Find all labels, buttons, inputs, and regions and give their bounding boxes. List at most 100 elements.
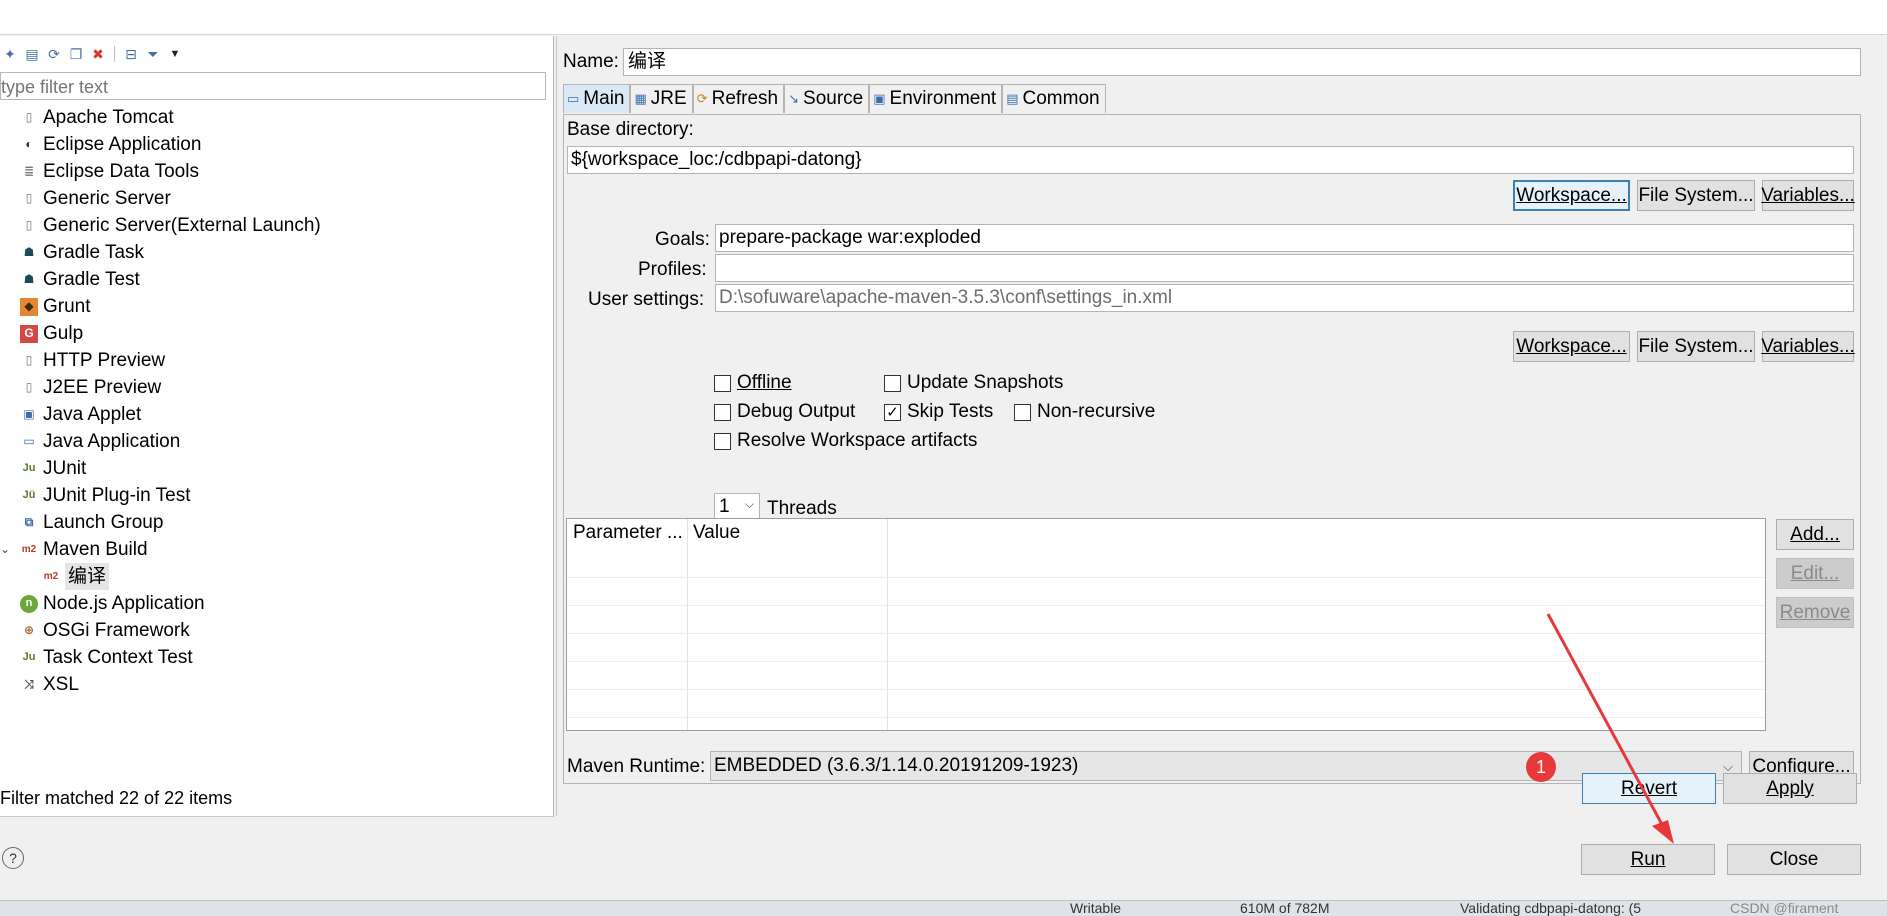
workspace-button-2[interactable]: Workspace...: [1513, 331, 1630, 362]
memory-status: 610M of 782M: [1240, 900, 1330, 916]
resolve-workspace-checkbox[interactable]: Resolve Workspace artifacts: [714, 430, 977, 452]
gradle-icon: ☗: [23, 245, 35, 259]
tree-item-maven-config-selected[interactable]: m2 编译: [0, 563, 553, 590]
tab-label: Refresh: [711, 88, 779, 109]
tree-item-label: Java Application: [43, 431, 181, 452]
tree-item-eclipse-application[interactable]: ◐ Eclipse Application: [0, 131, 553, 158]
workspace-button[interactable]: Workspace...: [1513, 180, 1630, 211]
validating-status: Validating cdbpapi-datong: (5: [1460, 900, 1642, 916]
server-icon: ▯: [25, 191, 33, 205]
tree-item-junit-plugin-test[interactable]: Jü JUnit Plug-in Test: [0, 482, 553, 509]
tree-item-java-applet[interactable]: ▣ Java Applet: [0, 401, 553, 428]
offline-checkbox[interactable]: Offline: [714, 372, 792, 394]
file-system-button-2[interactable]: File System...: [1637, 331, 1755, 362]
file-system-button[interactable]: File System...: [1637, 180, 1755, 211]
tree-item-generic-server[interactable]: ▯ Generic Server: [0, 185, 553, 212]
tree-item-eclipse-data-tools[interactable]: ≣ Eclipse Data Tools: [0, 158, 553, 185]
user-settings-input[interactable]: D:\sofuware\apache-maven-3.5.3\conf\sett…: [715, 284, 1854, 312]
applet-icon: ▣: [23, 407, 35, 421]
column-divider: [887, 519, 888, 730]
close-button[interactable]: Close: [1727, 844, 1861, 875]
button-label: Add...: [1790, 523, 1840, 545]
new-prototype-icon[interactable]: ▤: [22, 44, 42, 64]
goals-input[interactable]: prepare-package war:exploded: [715, 224, 1854, 252]
checkbox-box[interactable]: [1014, 403, 1031, 421]
tree-item-gradle-task[interactable]: ☗ Gradle Task: [0, 239, 553, 266]
checkbox-box[interactable]: [884, 374, 901, 392]
tree-item-launch-group[interactable]: ⧉ Launch Group: [0, 509, 553, 536]
tree-item-xsl[interactable]: ⤨ XSL: [0, 671, 553, 698]
checkmark-icon[interactable]: ✓: [884, 403, 901, 421]
tab-source[interactable]: ↘ Source: [784, 84, 870, 113]
filter-icon[interactable]: ⏷: [143, 44, 163, 64]
base-directory-input[interactable]: ${workspace_loc:/cdbpapi-datong}: [567, 146, 1854, 174]
button-label: Run: [1630, 848, 1666, 870]
tab-common[interactable]: ▤ Common: [1002, 84, 1106, 113]
tree-item-label: HTTP Preview: [43, 350, 166, 371]
parameters-table[interactable]: Parameter ... Value: [566, 518, 1766, 731]
osgi-icon: ⊕: [23, 623, 35, 637]
collapse-all-icon[interactable]: ⊟: [121, 44, 141, 64]
tab-main[interactable]: ▭ Main: [563, 84, 631, 113]
tree-item-maven-build[interactable]: ⌄ m2 Maven Build: [0, 536, 553, 563]
name-input[interactable]: 编译: [622, 48, 1861, 76]
tree-item-apache-tomcat[interactable]: ▯ Apache Tomcat: [0, 104, 553, 131]
tree-item-osgi-framework[interactable]: ⊕ OSGi Framework: [0, 617, 553, 644]
tree-item-java-application[interactable]: ▭ Java Application: [0, 428, 553, 455]
tree-item-gulp[interactable]: G Gulp: [0, 320, 553, 347]
add-parameter-button[interactable]: Add...: [1776, 519, 1854, 550]
checkbox-label: Debug Output: [737, 401, 856, 422]
tree-item-label: XSL: [43, 674, 79, 695]
tree-item-j2ee-preview[interactable]: ▯ J2EE Preview: [0, 374, 553, 401]
tree-item-task-context-test[interactable]: Ju Task Context Test: [0, 644, 553, 671]
checkbox-box[interactable]: [714, 374, 731, 392]
server-icon: ▯: [25, 110, 33, 124]
checkbox-label: Non-recursive: [1037, 401, 1156, 422]
maven-runtime-label: Maven Runtime:: [567, 756, 706, 777]
main-tab-icon: ▭: [567, 91, 580, 106]
chevron-down-icon[interactable]: ⌄: [0, 536, 10, 563]
tree-item-gradle-test[interactable]: ☗ Gradle Test: [0, 266, 553, 293]
profiles-input[interactable]: [715, 254, 1854, 282]
help-icon[interactable]: ?: [2, 847, 24, 869]
edit-parameter-button[interactable]: Edit...: [1776, 558, 1854, 589]
delete-icon[interactable]: ✖: [88, 44, 108, 64]
tree-item-label: Gradle Task: [43, 242, 145, 263]
environment-icon: ▣: [873, 91, 886, 106]
tab-jre[interactable]: ▦ JRE: [630, 84, 693, 113]
skip-tests-checkbox[interactable]: ✓ Skip Tests: [884, 401, 993, 423]
filter-input[interactable]: [0, 72, 546, 100]
checkbox-box[interactable]: [714, 432, 731, 450]
view-menu-icon[interactable]: ▼: [165, 44, 185, 64]
xsl-icon: ⤨: [24, 677, 34, 691]
tree-item-generic-server-external[interactable]: ▯ Generic Server(External Launch): [0, 212, 553, 239]
tree-item-junit[interactable]: Ju JUnit: [0, 455, 553, 482]
update-snapshots-checkbox[interactable]: Update Snapshots: [884, 372, 1063, 394]
threads-select[interactable]: 1 ⌵: [714, 493, 760, 521]
tree-item-nodejs-application[interactable]: n Node.js Application: [0, 590, 553, 617]
tree-item-label: JUnit Plug-in Test: [43, 485, 191, 506]
tree-item-grunt[interactable]: ◆ Grunt: [0, 293, 553, 320]
debug-output-checkbox[interactable]: Debug Output: [714, 401, 855, 423]
checkbox-label: Update Snapshots: [907, 372, 1064, 393]
duplicate-icon[interactable]: ❐: [66, 44, 86, 64]
filter-status: Filter matched 22 of 22 items: [0, 788, 233, 808]
column-header-parameter[interactable]: Parameter ...: [567, 519, 687, 547]
run-button[interactable]: Run: [1581, 844, 1715, 875]
tab-environment[interactable]: ▣ Environment: [869, 84, 1003, 113]
tree-item-http-preview[interactable]: ▯ HTTP Preview: [0, 347, 553, 374]
threads-value: 1: [719, 496, 730, 517]
remove-parameter-button[interactable]: Remove: [1776, 597, 1854, 628]
export-icon[interactable]: ⟳: [44, 44, 64, 64]
checkbox-box[interactable]: [714, 403, 731, 421]
variables-button[interactable]: Variables...: [1761, 180, 1855, 211]
variables-button-2[interactable]: Variables...: [1761, 331, 1855, 362]
non-recursive-checkbox[interactable]: Non-recursive: [1014, 401, 1155, 423]
column-header-value[interactable]: Value: [687, 519, 887, 547]
apply-button[interactable]: Apply: [1723, 773, 1857, 804]
new-config-icon[interactable]: ✦: [0, 44, 20, 64]
tab-refresh[interactable]: ⟳ Refresh: [692, 84, 785, 113]
server-icon: ▯: [25, 218, 33, 232]
goals-label: Goals:: [655, 229, 710, 250]
revert-button[interactable]: Revert: [1582, 773, 1716, 804]
